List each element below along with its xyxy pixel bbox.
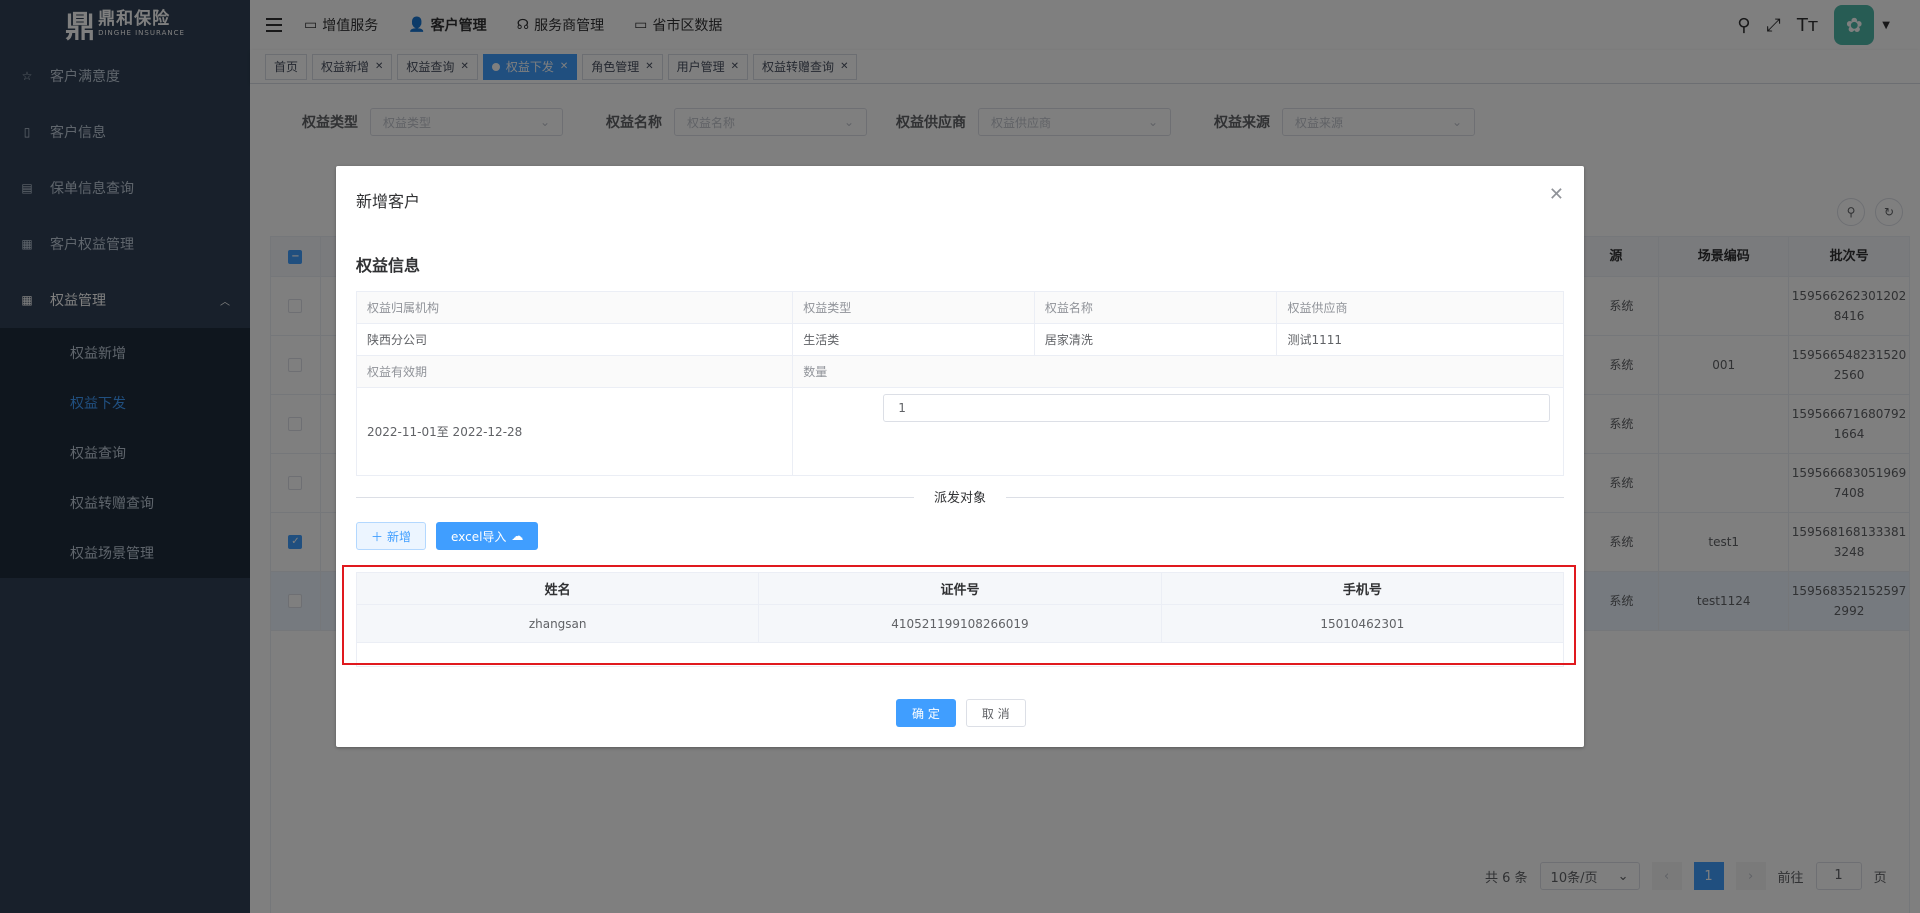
- supplier-label: 权益供应商: [1277, 292, 1564, 323]
- quantity-label: 数量: [793, 356, 1563, 387]
- org-label: 权益归属机构: [357, 292, 794, 323]
- cancel-button[interactable]: 取 消: [965, 699, 1026, 727]
- dialog-title: 新增客户: [356, 192, 421, 211]
- dialog-footer: 确 定 取 消: [896, 699, 1026, 727]
- plus-icon: ＋: [371, 529, 384, 544]
- divider: 派发对象: [356, 487, 1564, 506]
- excel-import-button[interactable]: excel导入 ☁: [436, 522, 539, 550]
- name-label: 权益名称: [1034, 292, 1278, 323]
- dispatch-actions: ＋ 新增 excel导入 ☁: [356, 522, 539, 550]
- add-recipient-button[interactable]: ＋ 新增: [356, 522, 427, 550]
- type-label: 权益类型: [793, 292, 1035, 323]
- highlight-box: [342, 565, 1576, 665]
- org-value: 陕西分公司: [357, 324, 794, 355]
- validity-value: 2022-11-01至 2022-12-28: [357, 388, 794, 475]
- type-value: 生活类: [793, 324, 1035, 355]
- close-icon[interactable]: ✕: [1549, 184, 1564, 205]
- section-title: 权益信息: [356, 256, 421, 275]
- cloud-upload-icon: ☁: [511, 529, 524, 543]
- divider-label: 派发对象: [913, 487, 1007, 506]
- validity-label: 权益有效期: [357, 356, 794, 387]
- supplier-value: 测试1111: [1287, 333, 1343, 347]
- confirm-button[interactable]: 确 定: [896, 699, 956, 727]
- quantity-input[interactable]: 1: [883, 394, 1551, 422]
- app-root: 鼎 鼎和保险 DINGHE INSURANCE ☆ 客户满意度 ▯ 客户信息 ▤…: [0, 0, 1920, 913]
- rights-info-descriptions: 权益归属机构 权益类型 权益名称 权益供应商 陕西分公司 生活类 居家清洗 测试…: [356, 291, 1564, 476]
- name-value: 居家清洗: [1035, 324, 1278, 355]
- add-customer-dialog: 新增客户 ✕ 权益信息 权益归属机构 权益类型 权益名称 权益供应商 陕西分公司…: [336, 166, 1584, 747]
